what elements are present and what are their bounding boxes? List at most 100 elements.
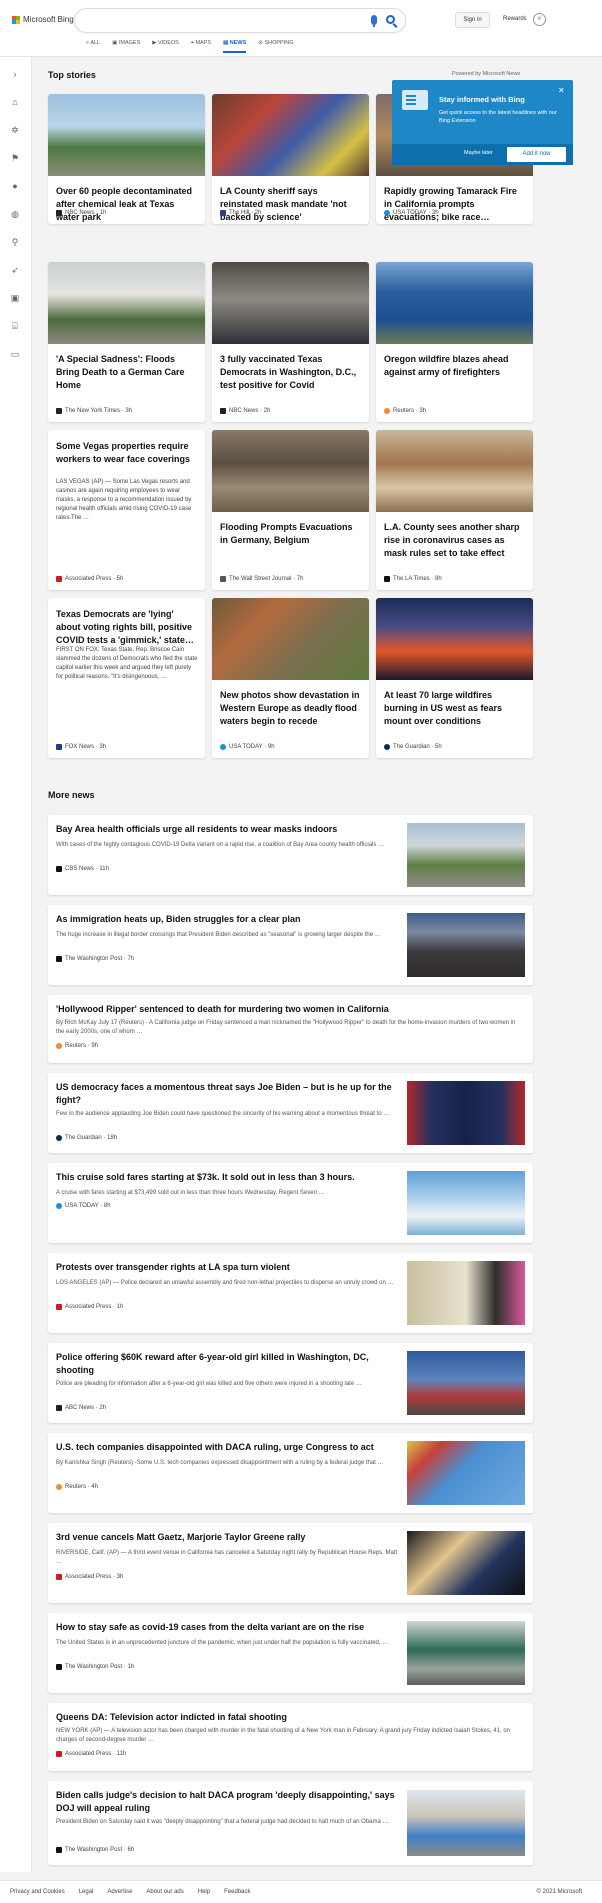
more-news-item[interactable]: Biden calls judge's decision to halt DAC… [48,1781,533,1865]
footer-link-feedback[interactable]: Feedback [224,1889,250,1895]
home-icon[interactable]: ⌂ [10,97,20,107]
close-icon[interactable]: ✕ [558,86,565,95]
news-card[interactable]: New photos show devastation in Western E… [212,598,369,758]
story-title[interactable]: Flooding Prompts Evacuations in Germany,… [220,521,362,547]
more-news-item[interactable]: U.S. tech companies disappointed with DA… [48,1433,533,1513]
story-title[interactable]: Oregon wildfire blazes ahead against arm… [384,353,526,379]
story-title[interactable]: 'A Special Sadness': Floods Bring Death … [56,353,198,392]
story-title[interactable]: New photos show devastation in Western E… [220,689,362,728]
story-title[interactable]: Rapidly growing Tamarack Fire in Califor… [384,185,526,224]
story-title[interactable]: Bay Area health officials urge all resid… [56,823,401,836]
story-title[interactable]: At least 70 large wildfires burning in U… [384,689,526,728]
story-title[interactable]: 'Hollywood Ripper' sentenced to death fo… [56,1003,521,1016]
more-news-item[interactable]: Queens DA: Television actor indicted in … [48,1703,533,1771]
more-news-item[interactable]: Bay Area health officials urge all resid… [48,815,533,895]
news-card[interactable]: Texas Democrats are 'lying' about voting… [48,598,205,758]
news-card[interactable]: Oregon wildfire blazes ahead against arm… [376,262,533,422]
news-card[interactable]: 3 fully vaccinated Texas Democrats in Wa… [212,262,369,422]
location-icon[interactable]: ● [10,181,20,191]
microscope-icon[interactable]: ⚲ [10,237,20,247]
news-card[interactable]: Flooding Prompts Evacuations in Germany,… [212,430,369,590]
bank-icon[interactable]: ⌸ [10,321,20,331]
story-title[interactable]: 3 fully vaccinated Texas Democrats in Wa… [220,353,362,392]
story-thumbnail [407,1261,525,1325]
publisher-logo-icon [56,956,62,962]
rewards-medal-icon[interactable]: ♕ [533,13,546,26]
more-news-item[interactable]: 'Hollywood Ripper' sentenced to death fo… [48,995,533,1063]
story-snippet: LAS VEGAS (AP) — Some Las Vegas resorts … [56,479,192,521]
top-stories-heading: Top stories [48,70,96,80]
card-icon[interactable]: ▭ [10,349,20,359]
story-title[interactable]: 3rd venue cancels Matt Gaetz, Marjorie T… [56,1531,401,1544]
footer-link-help[interactable]: Help [198,1889,210,1895]
story-title[interactable]: Some Vegas properties require workers to… [56,440,198,466]
story-thumbnail [407,1081,525,1145]
story-thumbnail [407,1351,525,1415]
story-title[interactable]: L.A. County sees another sharp rise in c… [384,521,526,560]
publisher-logo-icon [220,744,226,750]
story-image [48,262,205,344]
news-card[interactable]: At least 70 large wildfires burning in U… [376,598,533,758]
story-title[interactable]: Police offering $60K reward after 6-year… [56,1351,401,1377]
story-source: The Hill · 2h [220,210,261,216]
footer-link-legal[interactable]: Legal [79,1889,94,1895]
virus-icon[interactable]: ✲ [10,125,20,135]
tab-videos[interactable]: ▶ VIDEOS [152,40,179,52]
footer-link-privacy[interactable]: Privacy and Cookies [10,1889,65,1895]
tab-maps[interactable]: ⌖ MAPS [191,40,211,52]
story-thumbnail [407,1790,525,1856]
publisher-logo-icon [384,408,390,414]
story-title[interactable]: LA County sheriff says reinstated mask m… [220,185,362,224]
story-source: USA TODAY · 3h [384,210,439,216]
maybe-later-button[interactable]: Maybe later [464,150,493,156]
publisher-logo-icon [56,1304,62,1310]
more-news-item[interactable]: Police offering $60K reward after 6-year… [48,1343,533,1423]
publisher-logo-icon [56,1484,62,1490]
microphone-icon[interactable] [371,15,377,27]
globe-icon[interactable]: ◍ [10,209,20,219]
story-title[interactable]: As immigration heats up, Biden struggles… [56,913,401,926]
story-title[interactable]: This cruise sold fares starting at $73k.… [56,1171,401,1184]
news-card[interactable]: 'A Special Sadness': Floods Bring Death … [48,262,205,422]
tab-shopping[interactable]: ⊘ SHOPPING [258,40,293,52]
story-title[interactable]: US democracy faces a momentous threat sa… [56,1081,401,1107]
rocket-icon[interactable]: ➶ [10,265,20,275]
news-card[interactable]: LA County sheriff says reinstated mask m… [212,94,369,224]
more-news-item[interactable]: This cruise sold fares starting at $73k.… [48,1163,533,1243]
story-snippet: FIRST ON FOX: Texas State. Rep. Briscoe … [56,647,198,680]
news-card[interactable]: Over 60 people decontaminated after chem… [48,94,205,224]
footer-link-advertise[interactable]: Advertise [107,1889,132,1895]
story-title[interactable]: Texas Democrats are 'lying' about voting… [56,608,198,647]
sign-in-button[interactable]: Sign in [455,12,490,28]
video-icon[interactable]: ▣ [10,293,20,303]
tab-images[interactable]: ▣ IMAGES [112,40,140,52]
more-news-item[interactable]: How to stay safe as covid-19 cases from … [48,1613,533,1693]
rewards-link[interactable]: Rewards [503,16,527,22]
news-icon: ▤ [223,40,229,46]
tab-news[interactable]: ▤ NEWS [223,40,247,53]
story-title[interactable]: How to stay safe as covid-19 cases from … [56,1621,401,1634]
more-news-item[interactable]: 3rd venue cancels Matt Gaetz, Marjorie T… [48,1523,533,1603]
search-input[interactable] [85,14,355,27]
tab-all[interactable]: ⌕ ALL [86,40,100,52]
story-title[interactable]: Protests over transgender rights at LA s… [56,1261,401,1274]
news-card[interactable]: L.A. County sees another sharp rise in c… [376,430,533,590]
story-thumbnail [407,1171,525,1235]
news-card[interactable]: Some Vegas properties require workers to… [48,430,205,590]
add-extension-button[interactable]: Add it now [507,147,566,162]
story-title[interactable]: Biden calls judge's decision to halt DAC… [56,1789,401,1815]
bing-logo[interactable]: Microsoft Bing [12,15,74,24]
search-box[interactable] [75,9,405,32]
story-title[interactable]: Queens DA: Television actor indicted in … [56,1711,521,1724]
more-news-item[interactable]: Protests over transgender rights at LA s… [48,1253,533,1333]
more-news-item[interactable]: US democracy faces a momentous threat sa… [48,1073,533,1153]
footer-link-about-ads[interactable]: About our ads [146,1889,183,1895]
story-title[interactable]: U.S. tech companies disappointed with DA… [56,1441,401,1454]
story-title[interactable]: Over 60 people decontaminated after chem… [56,185,198,224]
more-news-item[interactable]: As immigration heats up, Biden struggles… [48,905,533,985]
expand-icon[interactable]: › [10,69,20,79]
flag-icon[interactable]: ⚑ [10,153,20,163]
story-snippet: NEW YORK (AP) — A television actor has b… [56,1728,511,1743]
story-source: The New York Times · 3h [56,408,132,414]
search-icon[interactable] [386,15,395,24]
